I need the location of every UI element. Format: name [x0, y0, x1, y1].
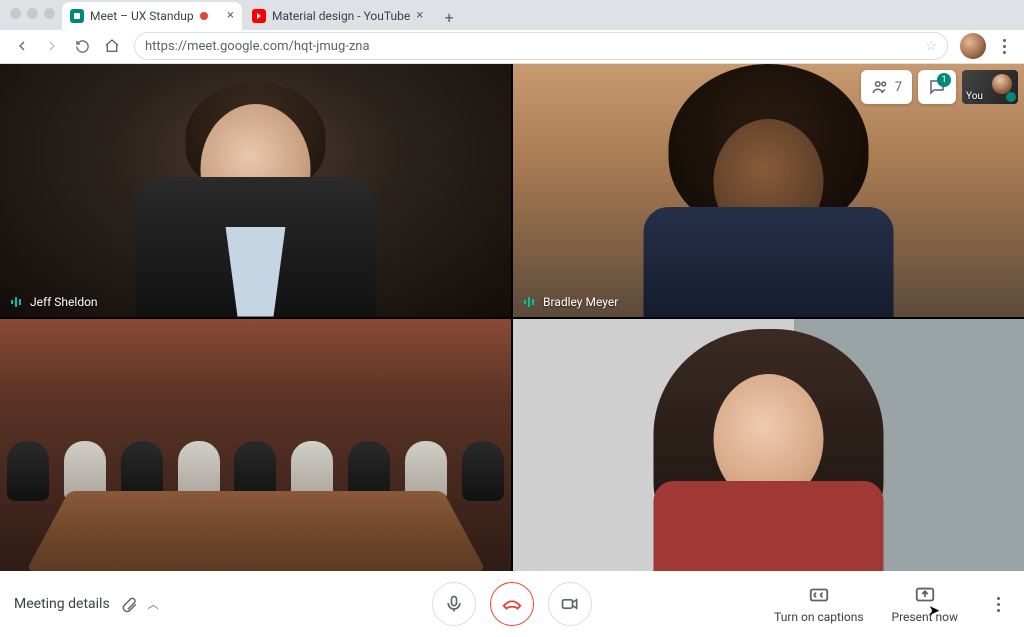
tab-title: Meet – UX Standup	[90, 9, 194, 23]
minimize-window-icon[interactable]	[27, 8, 38, 19]
self-view-thumbnail[interactable]: You	[962, 70, 1018, 104]
url-text: https://meet.google.com/hqt-jmug-zna	[145, 39, 370, 54]
call-controls	[432, 582, 592, 626]
participant-name-overlay: Jeff Sheldon	[10, 295, 98, 309]
closed-captions-icon	[808, 584, 830, 606]
chevron-up-icon: ︿	[148, 596, 159, 612]
address-bar[interactable]: https://meet.google.com/hqt-jmug-zna ☆	[134, 32, 948, 60]
close-window-icon[interactable]	[10, 8, 21, 19]
participant-count: 7	[895, 80, 902, 95]
recording-indicator-icon	[200, 12, 208, 20]
meeting-hud: 7 1 You	[861, 70, 1018, 104]
present-screen-icon	[914, 584, 936, 606]
tab-meet[interactable]: Meet – UX Standup ×	[62, 2, 242, 30]
participant-name-overlay: Bradley Meyer	[523, 295, 618, 309]
present-button[interactable]: Present now	[892, 584, 958, 624]
home-button[interactable]	[98, 32, 126, 60]
video-grid: Jeff Sheldon Bradley Meyer 7 1	[0, 64, 1024, 571]
attachment-icon	[120, 595, 138, 613]
back-button[interactable]	[8, 32, 36, 60]
people-icon	[871, 78, 889, 96]
present-label: Present now	[892, 610, 958, 624]
right-controls: Turn on captions Present now	[774, 584, 1010, 624]
youtube-favicon-icon	[252, 9, 266, 23]
meet-favicon-icon	[70, 9, 84, 23]
participant-name: Bradley Meyer	[543, 295, 618, 309]
meeting-bottom-bar: Meeting details ︿ Turn on captions Prese…	[0, 571, 1024, 637]
speaking-indicator-icon	[10, 295, 24, 309]
participant-tile[interactable]: Bradley Meyer 7 1 You	[513, 64, 1024, 317]
participant-video	[513, 319, 1024, 572]
self-mic-indicator-icon	[1006, 92, 1016, 102]
forward-button[interactable]	[38, 32, 66, 60]
close-tab-icon[interactable]: ×	[416, 8, 423, 23]
window-controls[interactable]	[10, 8, 55, 19]
hangup-icon	[501, 593, 523, 615]
browser-toolbar: https://meet.google.com/hqt-jmug-zna ☆	[0, 30, 1024, 63]
close-tab-icon[interactable]: ×	[227, 8, 234, 23]
microphone-icon	[444, 594, 464, 614]
mute-mic-button[interactable]	[432, 582, 476, 626]
chat-button[interactable]: 1	[918, 70, 956, 104]
participant-tile[interactable]	[0, 319, 511, 572]
browser-chrome: Meet – UX Standup × Material design - Yo…	[0, 0, 1024, 64]
browser-menu-button[interactable]	[992, 32, 1016, 60]
tab-youtube[interactable]: Material design - YouTube ×	[244, 2, 431, 30]
captions-button[interactable]: Turn on captions	[774, 584, 863, 624]
self-label: You	[966, 91, 983, 102]
reload-button[interactable]	[68, 32, 96, 60]
maximize-window-icon[interactable]	[44, 8, 55, 19]
meeting-details-label: Meeting details	[14, 596, 110, 612]
participant-name: Jeff Sheldon	[30, 295, 98, 309]
speaking-indicator-icon	[523, 295, 537, 309]
tab-strip: Meet – UX Standup × Material design - Yo…	[0, 0, 1024, 30]
chat-unread-badge: 1	[937, 73, 951, 87]
bookmark-star-icon[interactable]: ☆	[925, 39, 937, 54]
participant-video	[0, 64, 511, 317]
meeting-details-button[interactable]: Meeting details ︿	[14, 595, 159, 613]
tab-title: Material design - YouTube	[272, 9, 410, 23]
more-options-button[interactable]	[986, 590, 1010, 618]
participant-tile[interactable]: Jeff Sheldon	[0, 64, 511, 317]
participants-button[interactable]: 7	[861, 70, 912, 104]
new-tab-button[interactable]: +	[437, 6, 461, 30]
participant-tile[interactable]	[513, 319, 1024, 572]
camera-icon	[560, 594, 580, 614]
toggle-camera-button[interactable]	[548, 582, 592, 626]
captions-label: Turn on captions	[774, 610, 863, 624]
profile-avatar[interactable]	[960, 33, 986, 59]
leave-call-button[interactable]	[490, 582, 534, 626]
